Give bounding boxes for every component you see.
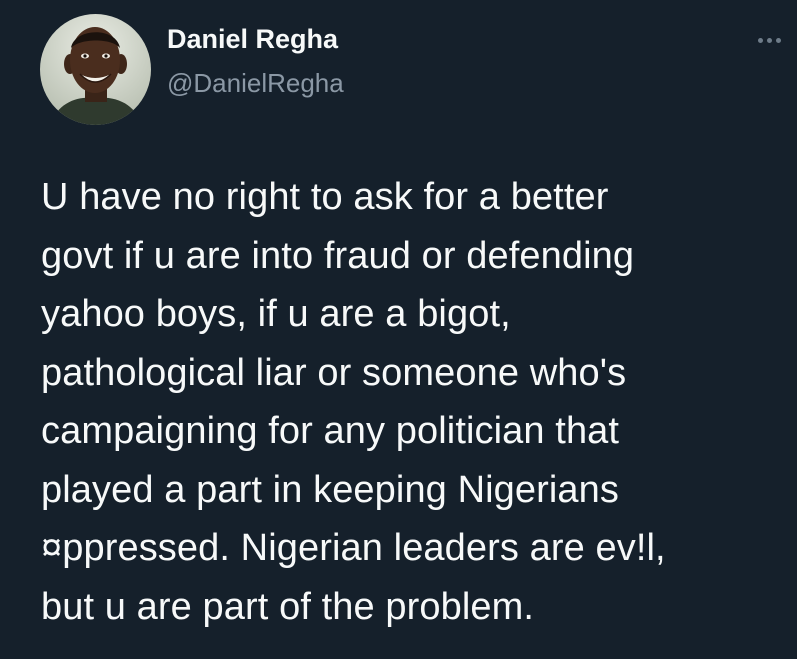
avatar[interactable] (40, 14, 151, 125)
author-display-name[interactable]: Daniel Regha (167, 24, 338, 55)
tweet-card: Daniel Regha @DanielRegha U have no righ… (0, 0, 797, 659)
more-horizontal-icon[interactable] (748, 30, 788, 50)
author-handle[interactable]: @DanielRegha (167, 68, 344, 99)
more-dot (758, 38, 763, 43)
avatar-image (40, 14, 151, 125)
more-dot (767, 38, 772, 43)
more-dot (776, 38, 781, 43)
tweet-text: U have no right to ask for a better govt… (41, 176, 666, 628)
